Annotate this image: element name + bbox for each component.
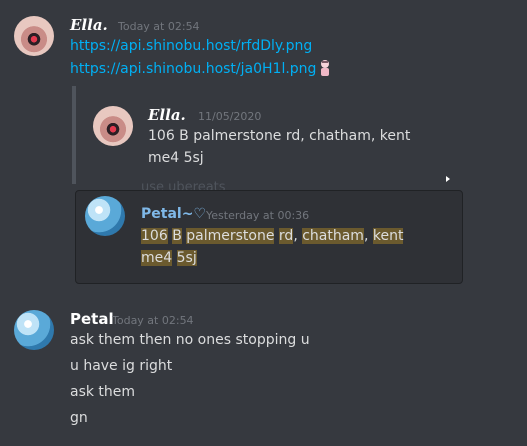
quote-text-line1: 106 B palmerstone rd, chatham, kent — [148, 128, 411, 144]
ella-timestamp: Today at 02:54 — [118, 20, 200, 33]
image-link-2[interactable]: https://api.shinobu.host/ja0H1l.png — [70, 61, 316, 77]
petal-message-line: gn — [70, 410, 88, 426]
quote-ella-avatar[interactable] — [93, 106, 133, 146]
petal-message-line: u have ig right — [70, 358, 173, 374]
petal-message-line: ask them then no ones stopping u — [70, 332, 310, 348]
highlight-word: B — [172, 228, 182, 244]
highlight-word: me4 — [141, 250, 173, 266]
embed-text-line1: 106 B palmerstone rd, chatham, kent — [141, 228, 404, 244]
embed-timestamp: Yesterday at 00:36 — [206, 209, 310, 222]
highlight-word: palmerstone — [186, 228, 275, 244]
embed-petal-avatar[interactable] — [85, 196, 125, 236]
image-link-1[interactable]: https://api.shinobu.host/rfdDly.png — [70, 38, 312, 54]
petal-username[interactable]: Petal — [70, 310, 114, 328]
quote-text-line2: me4 5sj — [148, 150, 204, 166]
quote-bar — [72, 86, 76, 184]
embed-text-line2: me4 5sj — [141, 250, 197, 266]
petal-timestamp: Today at 02:54 — [112, 314, 194, 327]
highlight-word: 106 — [141, 228, 168, 244]
quote-ella-username[interactable]: 𝑬𝒍𝒍𝒂. — [148, 106, 186, 124]
highlight-word: kent — [372, 228, 404, 244]
petal-avatar[interactable] — [14, 310, 54, 350]
heart-icon: ♡ — [193, 206, 206, 222]
embed-name-suffix: ~ — [181, 206, 194, 222]
embed-petal-username[interactable]: Petal~♡ — [141, 206, 206, 222]
ella-username[interactable]: 𝑬𝒍𝒍𝒂. — [70, 16, 108, 34]
embed-petal-name: Petal — [141, 206, 182, 222]
highlight-word: 5sj — [176, 250, 197, 266]
highlight-word: chatham — [302, 228, 364, 244]
sticker-icon — [318, 59, 332, 77]
ella-avatar[interactable] — [14, 16, 54, 56]
petal-message-line: ask them — [70, 384, 136, 400]
mouse-cursor-icon — [446, 176, 450, 182]
quote-timestamp: 11/05/2020 — [198, 110, 262, 123]
highlight-word: rd — [278, 228, 294, 244]
